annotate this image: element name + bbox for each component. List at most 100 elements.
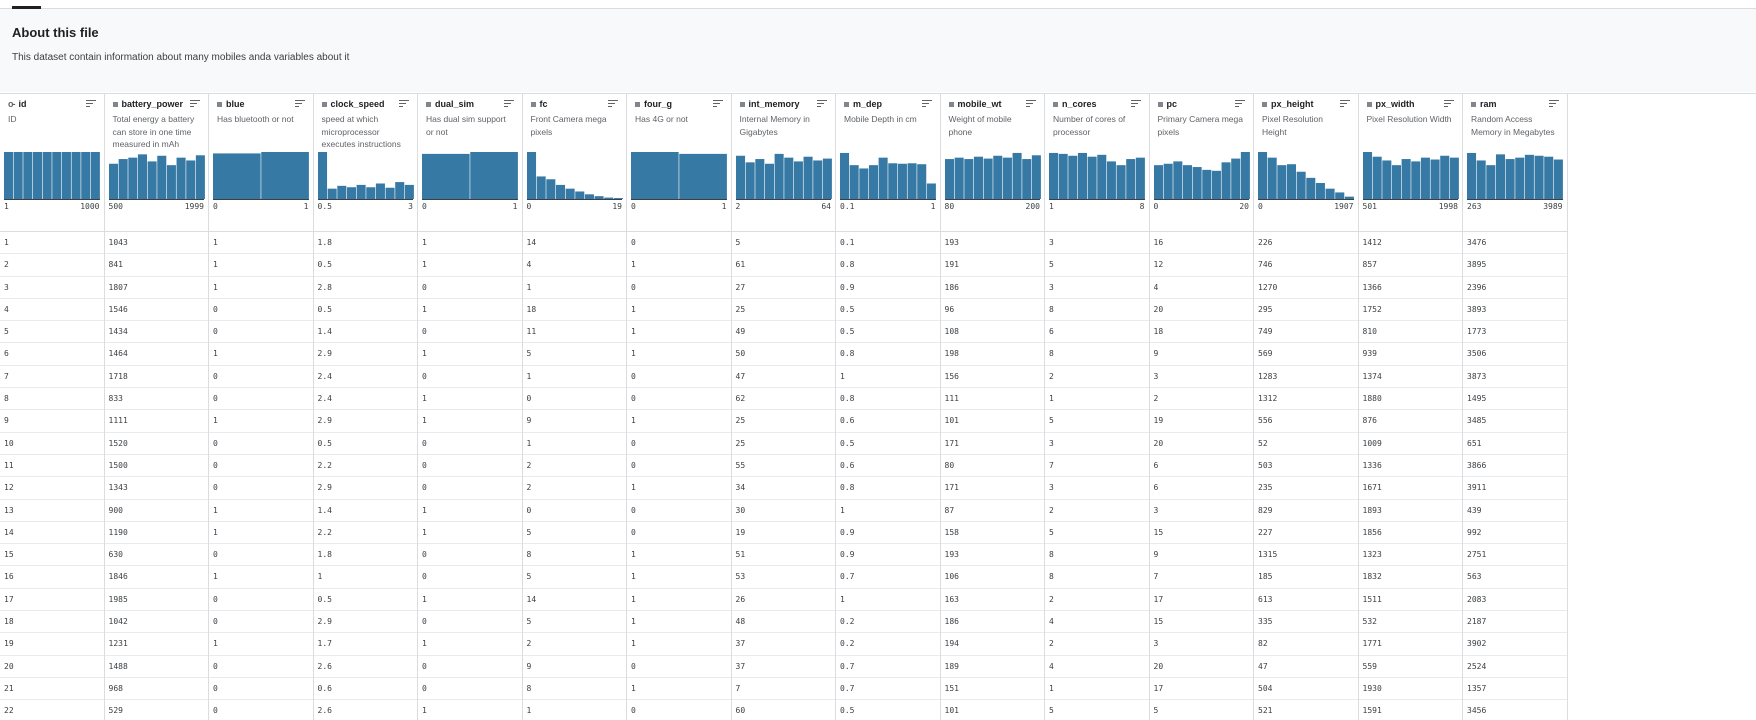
column-header[interactable]: blue Has bluetooth or not 0 1 xyxy=(209,93,313,232)
table-cell[interactable]: 193 xyxy=(940,232,1044,255)
table-cell[interactable]: 0 xyxy=(418,611,522,634)
table-cell[interactable]: 1930 xyxy=(1358,678,1462,701)
table-cell[interactable]: 18 xyxy=(0,611,104,634)
table-cell[interactable]: 1671 xyxy=(1358,477,1462,500)
table-cell[interactable]: 235 xyxy=(1254,477,1358,500)
column-histogram[interactable] xyxy=(213,152,310,199)
table-cell[interactable]: 0.5 xyxy=(313,589,417,612)
column-name[interactable]: pc xyxy=(1157,99,1177,109)
table-cell[interactable]: 12 xyxy=(0,477,104,500)
table-cell[interactable]: 439 xyxy=(1463,500,1567,522)
table-cell[interactable]: 17 xyxy=(1149,678,1253,701)
table-cell[interactable]: 156 xyxy=(940,366,1044,389)
table-cell[interactable]: 746 xyxy=(1254,254,1358,277)
table-cell[interactable]: 2396 xyxy=(1463,277,1567,299)
table-cell[interactable]: 0 xyxy=(627,455,731,478)
table-cell[interactable]: 2.4 xyxy=(313,366,417,389)
table-cell[interactable]: 5 xyxy=(1045,700,1149,720)
column-name[interactable]: ram xyxy=(1471,99,1497,109)
table-cell[interactable]: 0.2 xyxy=(836,633,940,656)
table-cell[interactable]: 1231 xyxy=(104,633,208,656)
table-cell[interactable]: 80 xyxy=(940,455,1044,478)
table-cell[interactable]: 0.8 xyxy=(836,477,940,500)
table-cell[interactable]: 1 xyxy=(209,343,313,366)
column-name[interactable]: o-id xyxy=(8,99,27,109)
table-cell[interactable]: 5 xyxy=(522,522,626,545)
table-cell[interactable]: 3866 xyxy=(1463,455,1567,478)
table-cell[interactable]: 0.6 xyxy=(836,410,940,433)
table-cell[interactable]: 171 xyxy=(940,477,1044,500)
table-cell[interactable]: 295 xyxy=(1254,299,1358,322)
table-cell[interactable]: 16 xyxy=(1149,232,1253,255)
table-cell[interactable]: 3 xyxy=(1045,277,1149,299)
table-cell[interactable]: 8 xyxy=(0,388,104,411)
table-cell[interactable]: 1 xyxy=(836,366,940,389)
table-cell[interactable]: 1 xyxy=(627,254,731,277)
table-cell[interactable]: 2.9 xyxy=(313,477,417,500)
column-header[interactable]: ram Random Access Memory in Megabytes 263 3… xyxy=(1463,93,1567,232)
table-cell[interactable]: 53 xyxy=(731,566,835,589)
table-cell[interactable]: 532 xyxy=(1358,611,1462,634)
table-cell[interactable]: 1 xyxy=(627,544,731,567)
sort-icon[interactable] xyxy=(1339,100,1350,108)
table-cell[interactable]: 1 xyxy=(0,232,104,255)
column-histogram[interactable] xyxy=(108,152,206,199)
table-cell[interactable]: 1 xyxy=(836,589,940,612)
table-cell[interactable]: 7 xyxy=(0,366,104,389)
table-cell[interactable]: 5 xyxy=(1150,700,1254,720)
table-cell[interactable]: 1488 xyxy=(104,656,208,678)
table-cell[interactable]: 3911 xyxy=(1463,477,1567,500)
table-cell[interactable]: 556 xyxy=(1254,410,1358,433)
table-cell[interactable]: 194 xyxy=(940,633,1044,656)
sort-icon[interactable] xyxy=(294,100,305,108)
table-cell[interactable]: 0 xyxy=(209,678,313,701)
table-cell[interactable]: 1.8 xyxy=(313,232,417,255)
table-cell[interactable]: 96 xyxy=(940,299,1044,322)
table-cell[interactable]: 651 xyxy=(1463,433,1567,455)
table-cell[interactable]: 0 xyxy=(209,477,313,500)
table-cell[interactable]: 857 xyxy=(1358,254,1462,277)
table-cell[interactable]: 20 xyxy=(0,656,104,678)
table-cell[interactable]: 2.2 xyxy=(313,522,417,545)
table-cell[interactable]: 0 xyxy=(209,589,313,612)
table-cell[interactable]: 1 xyxy=(627,566,731,589)
table-cell[interactable]: 1 xyxy=(418,299,522,322)
table-cell[interactable]: 0.7 xyxy=(836,678,940,701)
table-cell[interactable]: 1846 xyxy=(104,566,208,589)
table-cell[interactable]: 2 xyxy=(1045,633,1149,656)
column-name[interactable]: four_g xyxy=(635,99,672,109)
column-histogram[interactable] xyxy=(1362,152,1460,199)
table-cell[interactable]: 0 xyxy=(209,656,313,678)
table-cell[interactable]: 1 xyxy=(627,589,731,612)
table-cell[interactable]: 630 xyxy=(104,544,208,567)
table-cell[interactable]: 2 xyxy=(1045,366,1149,389)
table-cell[interactable]: 521 xyxy=(1254,700,1358,720)
table-cell[interactable]: 876 xyxy=(1358,410,1462,433)
table-cell[interactable]: 1336 xyxy=(1358,455,1462,478)
table-cell[interactable]: 0 xyxy=(627,656,731,678)
table-cell[interactable]: 101 xyxy=(940,410,1044,433)
table-cell[interactable]: 87 xyxy=(940,500,1044,522)
table-cell[interactable]: 27 xyxy=(731,277,835,299)
table-cell[interactable]: 1 xyxy=(627,299,731,322)
table-cell[interactable]: 4 xyxy=(1149,277,1253,299)
table-cell[interactable]: 4 xyxy=(522,254,626,277)
table-cell[interactable]: 1 xyxy=(418,343,522,366)
table-cell[interactable]: 21 xyxy=(0,678,104,701)
table-cell[interactable]: 1511 xyxy=(1358,589,1462,612)
table-cell[interactable]: 82 xyxy=(1254,633,1358,656)
table-cell[interactable]: 1856 xyxy=(1358,522,1462,545)
table-cell[interactable]: 1 xyxy=(209,522,313,545)
table-cell[interactable]: 0 xyxy=(209,544,313,567)
table-cell[interactable]: 2083 xyxy=(1463,589,1567,612)
table-cell[interactable]: 1043 xyxy=(104,232,208,255)
table-cell[interactable]: 16 xyxy=(0,566,104,589)
table-cell[interactable]: 613 xyxy=(1254,589,1358,612)
table-cell[interactable]: 6 xyxy=(1045,321,1149,344)
table-cell[interactable]: 1 xyxy=(209,566,313,589)
table-cell[interactable]: 0 xyxy=(209,366,313,389)
table-cell[interactable]: 163 xyxy=(940,589,1044,612)
table-cell[interactable]: 189 xyxy=(940,656,1044,678)
sort-icon[interactable] xyxy=(503,100,514,108)
table-cell[interactable]: 0 xyxy=(418,455,522,478)
